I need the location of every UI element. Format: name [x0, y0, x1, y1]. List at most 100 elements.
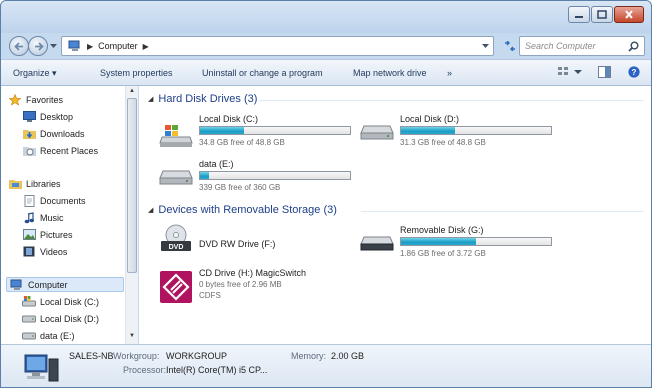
nav-label: Computer [28, 279, 68, 290]
nav-pictures[interactable]: Pictures [22, 227, 73, 242]
videos-icon [22, 246, 36, 258]
scroll-down-icon[interactable]: ▼ [129, 333, 135, 339]
minimize-button[interactable] [568, 6, 590, 23]
map-network-drive-button[interactable]: Map network drive [353, 68, 427, 78]
chevron-down-icon [574, 70, 582, 74]
drive-name: Local Disk (D:) [400, 114, 460, 124]
close-icon [625, 10, 633, 19]
view-icon [558, 67, 568, 75]
address-row: ▶ Computer ▶ Search Computer [1, 33, 651, 59]
documents-icon [22, 194, 36, 207]
search-placeholder: Search Computer [525, 41, 596, 51]
scroll-up-icon[interactable]: ▲ [129, 88, 135, 94]
drive-tile-f[interactable]: DVD DVD RW Drive (F:) [159, 224, 379, 268]
navigation-pane: Favorites Desktop Downloads Recent Place… [1, 86, 138, 344]
help-button[interactable]: ? [628, 66, 640, 78]
capacity-fill [200, 127, 244, 134]
nav-downloads[interactable]: Downloads [22, 126, 85, 141]
computer-name: SALES-NB [69, 351, 114, 361]
back-button[interactable] [9, 36, 29, 56]
details-pane: SALES-NB Workgroup: WORKGROUP Memory: 2.… [1, 344, 651, 387]
nav-recent-places[interactable]: Recent Places [22, 143, 98, 158]
nav-computer[interactable]: Computer [6, 277, 124, 292]
nav-label: Videos [40, 246, 68, 257]
capacity-fill [401, 127, 455, 134]
drive-free-space: 339 GB free of 360 GB [199, 183, 281, 192]
hard-drive-icon [159, 170, 193, 185]
scrollbar-thumb[interactable] [127, 98, 137, 273]
view-options-button[interactable] [557, 66, 583, 78]
address-dropdown-icon[interactable] [482, 44, 489, 49]
drive-name: CD Drive (H:) MagicSwitch [199, 268, 307, 278]
nav-local-disk-c[interactable]: Local Disk (C:) [22, 294, 99, 309]
nav-label: Libraries [26, 178, 61, 189]
nav-desktop[interactable]: Desktop [22, 109, 73, 124]
drive-tile-h[interactable]: CD Drive (H:) MagicSwitch 0 bytes free o… [159, 268, 379, 312]
uninstall-program-button[interactable]: Uninstall or change a program [202, 68, 323, 78]
system-properties-button[interactable]: System properties [100, 68, 173, 78]
nav-label: Desktop [40, 111, 74, 122]
workgroup-label: Workgroup: [113, 351, 160, 361]
close-button[interactable] [614, 6, 644, 23]
explorer-window: ▶ Computer ▶ Search Computer Organize ▾ … [0, 0, 652, 388]
drive-free-space: 31.3 GB free of 48.8 GB [400, 138, 486, 147]
maximize-button[interactable] [591, 6, 613, 23]
navigation-scrollbar[interactable]: ▲ ▼ [125, 86, 138, 344]
title-bar[interactable] [1, 1, 651, 33]
pictures-icon [22, 229, 36, 241]
recent-pages-dropdown[interactable] [50, 44, 57, 49]
drive-name: Removable Disk (G:) [400, 225, 484, 235]
nav-documents[interactable]: Documents [22, 193, 86, 208]
nav-videos[interactable]: Videos [22, 244, 67, 259]
search-box[interactable]: Search Computer [519, 36, 645, 56]
capacity-bar [400, 126, 552, 135]
nav-music[interactable]: Music [22, 210, 64, 225]
group-divider [361, 211, 644, 212]
breadcrumb-computer[interactable]: Computer [98, 41, 138, 51]
nav-favorites[interactable]: Favorites [8, 92, 63, 107]
drive-tile-c[interactable]: Local Disk (C:) 34.8 GB free of 48.8 GB [159, 114, 379, 154]
processor-value: Intel(R) Core(TM) i5 CP... [166, 365, 268, 375]
preview-pane-button[interactable] [598, 66, 611, 78]
collapse-triangle-icon[interactable]: ◢ [148, 95, 153, 103]
music-icon [22, 211, 36, 224]
windows-drive-icon [22, 296, 36, 308]
refresh-button[interactable] [500, 36, 520, 56]
collapse-triangle-icon[interactable]: ◢ [148, 206, 153, 214]
group-header-hdd[interactable]: ◢ Hard Disk Drives (3) [148, 93, 257, 105]
nav-label: Local Disk (C:) [40, 296, 100, 307]
drive-free-space: 1.86 GB free of 3.72 GB [400, 249, 486, 258]
drive-name: DVD RW Drive (F:) [199, 239, 276, 249]
hard-drive-icon [22, 330, 36, 342]
drive-tile-e[interactable]: data (E:) 339 GB free of 360 GB [159, 159, 379, 199]
nav-libraries[interactable]: Libraries [8, 176, 61, 191]
nav-local-disk-d[interactable]: Local Disk (D:) [22, 311, 99, 326]
drive-tile-d[interactable]: Local Disk (D:) 31.3 GB free of 48.8 GB [360, 114, 580, 154]
content-pane: ◢ Hard Disk Drives (3) Local Disk (C:) 3… [139, 86, 651, 344]
svg-text:?: ? [632, 68, 637, 77]
hard-drive-icon [360, 125, 394, 140]
drive-tile-g[interactable]: Removable Disk (G:) 1.86 GB free of 3.72… [360, 225, 580, 265]
back-arrow-icon [14, 42, 23, 51]
memory-value: 2.00 GB [331, 351, 365, 361]
group-title: Hard Disk Drives (3) [158, 93, 258, 105]
group-title: Devices with Removable Storage (3) [158, 204, 337, 216]
forward-button[interactable] [28, 36, 48, 56]
breadcrumb-separator[interactable]: ▶ [143, 42, 149, 51]
nav-data-e[interactable]: data (E:) [22, 328, 75, 343]
more-commands-button[interactable]: » [447, 68, 452, 78]
address-bar[interactable]: ▶ Computer ▶ [61, 36, 494, 56]
drive-name: data (E:) [199, 159, 234, 169]
capacity-fill [200, 172, 209, 179]
windows-drive-icon [159, 125, 193, 147]
nav-label: Recent Places [40, 145, 99, 156]
workgroup-value: WORKGROUP [166, 351, 228, 361]
group-header-removable[interactable]: ◢ Devices with Removable Storage (3) [148, 204, 337, 216]
magicswitch-app-icon [160, 271, 192, 303]
search-icon[interactable] [628, 41, 639, 52]
organize-menu[interactable]: Organize ▾ [13, 68, 57, 79]
computer-icon [68, 40, 80, 51]
dvd-drive-icon: DVD [161, 224, 191, 251]
computer-icon [10, 279, 24, 291]
computer-icon [24, 354, 59, 382]
